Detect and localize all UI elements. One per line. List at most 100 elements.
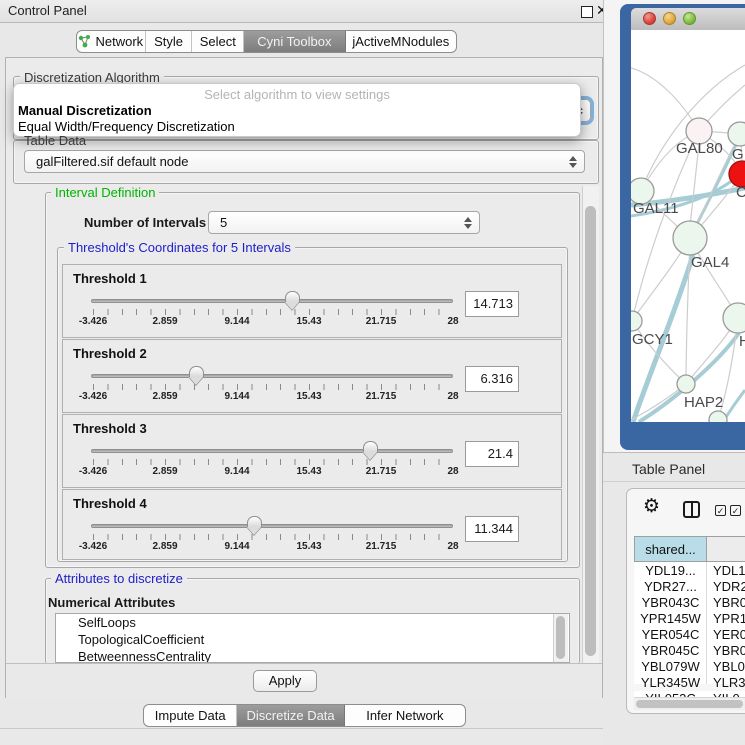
table-hscrollbar[interactable] — [634, 697, 745, 710]
threshold-3-slider-thumb[interactable] — [363, 441, 378, 452]
table-data-combobox[interactable]: galFiltered.sif default node — [24, 150, 585, 173]
minimize-button-icon[interactable] — [663, 12, 676, 25]
column-header-name[interactable]: na — [706, 536, 745, 562]
column-header-shared-name[interactable]: shared... — [634, 536, 707, 562]
node-gcy1[interactable] — [631, 311, 642, 331]
numerical-attributes-list[interactable]: SelfLoops TopologicalCoefficient Between… — [55, 613, 570, 663]
threshold-3-ticks — [93, 459, 453, 465]
threshold-2-slider-thumb[interactable] — [189, 366, 204, 377]
tab-impute-data[interactable]: Impute Data — [144, 705, 237, 726]
attributes-group-title: Attributes to discretize — [51, 571, 187, 586]
table-cell[interactable]: YBR0 — [713, 595, 745, 611]
node-hap2[interactable] — [677, 375, 695, 393]
threshold-3-slider[interactable] — [91, 449, 453, 453]
table-cell[interactable]: YDL1 — [713, 563, 745, 579]
table-cell[interactable]: YBL0 — [713, 659, 745, 675]
table-cell[interactable]: YLR3 — [713, 675, 745, 691]
table-cell[interactable]: YDR2 — [713, 579, 745, 595]
table-cell[interactable]: YDL19... — [634, 563, 707, 579]
node-label-h: H — [739, 333, 745, 350]
thresholds-group-title: Threshold's Coordinates for 5 Intervals — [64, 240, 295, 255]
node-table: shared... na YDL19... YDL1 YDR27... YDR2… — [634, 536, 745, 684]
attributes-list-scrollbar[interactable] — [553, 614, 568, 662]
node-label-gal80: GAL80 — [676, 140, 723, 157]
node-label-c: C — [736, 184, 745, 201]
close-button-icon[interactable] — [643, 12, 656, 25]
network-view[interactable]: GAL80 G GAL11 C GAL4 GCY1 H HAP2 — [631, 30, 745, 422]
columns-icon[interactable] — [683, 501, 700, 518]
content-scrollbar-thumb[interactable] — [585, 206, 596, 656]
table-cell[interactable]: YBL079W — [634, 659, 707, 675]
tab-network[interactable]: Network — [77, 31, 146, 52]
table-cell[interactable]: YBR043C — [634, 595, 707, 611]
content-scrollbar[interactable] — [582, 186, 599, 663]
table-cell[interactable]: YDR27... — [634, 579, 707, 595]
threshold-4-label: Threshold 4 — [73, 496, 147, 511]
node-gal4[interactable] — [673, 221, 707, 255]
menu-item-equal-width-frequency[interactable]: Equal Width/Frequency Discretization — [18, 119, 235, 134]
control-panel-title: Control Panel — [8, 3, 87, 18]
table-cell[interactable]: YBR045C — [634, 643, 707, 659]
table-cell[interactable]: YPR145W — [634, 611, 707, 627]
network-icon — [78, 35, 91, 48]
checkbox-icon[interactable]: ✓ — [730, 505, 741, 516]
apply-button[interactable]: Apply — [253, 670, 317, 692]
interval-definition-title: Interval Definition — [51, 185, 159, 200]
table-panel-divider — [603, 481, 745, 482]
number-of-intervals-combobox[interactable]: 5 — [208, 211, 480, 234]
bottom-tabbar: Impute Data Discretize Data Infer Networ… — [143, 704, 466, 727]
list-item[interactable]: BetweennessCentrality — [56, 648, 569, 663]
node-partial[interactable] — [709, 411, 727, 422]
tab-style[interactable]: Style — [146, 31, 193, 52]
table-window: ⚙ ✓ ✓ shared... na YDL19... YDL1 YDR27..… — [626, 488, 745, 714]
node-label-gal4: GAL4 — [691, 254, 729, 271]
node-label-g: G — [732, 146, 744, 163]
checkbox-icon[interactable]: ✓ — [715, 505, 726, 516]
algorithm-dropdown-popup: Select algorithm to view settings Manual… — [13, 83, 581, 137]
threshold-4-box: Threshold 4 -3.426 2.859 9.144 15.43 21.… — [62, 489, 562, 560]
table-hscrollbar-thumb[interactable] — [636, 700, 743, 708]
threshold-1-box: Threshold 1 -3.426 2.859 9.144 15.43 21.… — [62, 264, 562, 338]
threshold-1-label: Threshold 1 — [73, 271, 147, 286]
network-graph — [631, 30, 745, 422]
zoom-button-icon[interactable] — [683, 12, 696, 25]
threshold-1-slider[interactable] — [91, 299, 453, 303]
threshold-4-value-field[interactable]: 11.344 — [465, 516, 519, 542]
threshold-4-slider[interactable] — [91, 524, 453, 528]
threshold-2-value-field[interactable]: 6.316 — [465, 366, 519, 392]
combo-arrows-icon — [461, 217, 475, 229]
threshold-2-slider[interactable] — [91, 374, 453, 378]
tab-infer-network[interactable]: Infer Network — [345, 705, 465, 726]
attributes-list-scrollbar-thumb[interactable] — [556, 616, 565, 659]
threshold-3-value-field[interactable]: 21.4 — [465, 441, 519, 467]
table-cell[interactable]: YBR0 — [713, 643, 745, 659]
app-screen: Control Panel ✕ Network Style Select Cyn… — [0, 0, 745, 745]
menu-item-manual-discretization[interactable]: Manual Discretization — [18, 103, 152, 118]
node-label-hap2: HAP2 — [684, 394, 723, 411]
threshold-4-slider-thumb[interactable] — [247, 516, 262, 527]
list-item[interactable]: SelfLoops — [56, 614, 569, 631]
table-cell[interactable]: YER054C — [634, 627, 707, 643]
control-panel-titlebar — [0, 0, 612, 23]
algorithm-placeholder: Select algorithm to view settings — [14, 87, 580, 102]
table-cell[interactable]: YPR1 — [713, 611, 745, 627]
control-panel-tabbar: Network Style Select Cyni Toolbox jActiv… — [76, 30, 457, 53]
gear-icon[interactable]: ⚙ — [643, 498, 660, 516]
tab-cyni-toolbox[interactable]: Cyni Toolbox — [244, 31, 345, 52]
float-window-icon[interactable] — [581, 6, 593, 18]
tab-select[interactable]: Select — [192, 31, 244, 52]
table-cell[interactable]: YER0 — [713, 627, 745, 643]
table-cell[interactable]: YLR345W — [634, 675, 707, 691]
node-label-gal11: GAL11 — [633, 200, 679, 217]
tab-jactivemnodules[interactable]: jActiveMNodules — [346, 31, 456, 52]
threshold-1-ticks — [93, 309, 453, 315]
threshold-1-slider-thumb[interactable] — [285, 291, 300, 302]
threshold-4-ticks — [93, 534, 453, 540]
node-g[interactable] — [728, 122, 745, 146]
numerical-attributes-label: Numerical Attributes — [48, 595, 175, 610]
list-item[interactable]: TopologicalCoefficient — [56, 631, 569, 648]
node-h[interactable] — [723, 303, 745, 333]
threshold-1-value-field[interactable]: 14.713 — [465, 291, 519, 317]
combo-arrows-icon — [566, 156, 580, 168]
tab-discretize-data[interactable]: Discretize Data — [237, 705, 344, 726]
